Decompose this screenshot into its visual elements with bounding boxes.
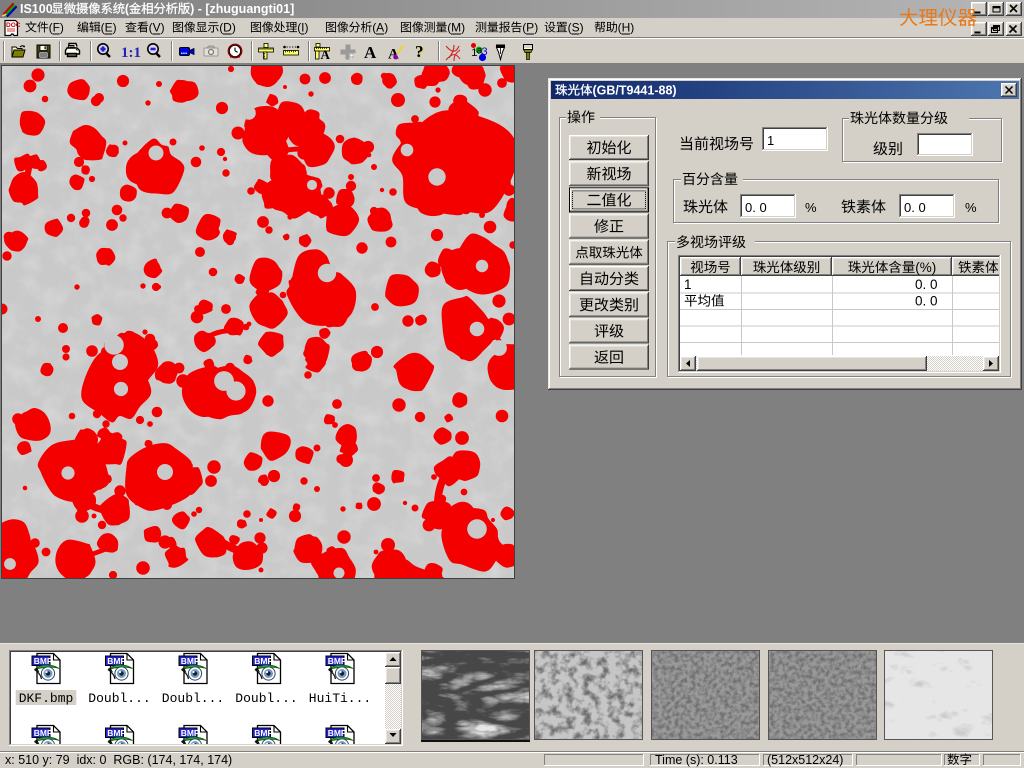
svg-text:DOC: DOC — [6, 22, 21, 29]
svg-text:IS100: IS100 — [20, 2, 53, 16]
svg-text:BMP: BMP — [107, 728, 126, 738]
svg-text:(P): (P) — [522, 21, 538, 35]
svg-text:(M): (M) — [447, 21, 465, 35]
svg-text:Doubl...: Doubl... — [162, 691, 224, 706]
svg-text:0. 0: 0. 0 — [745, 200, 767, 215]
svg-text:DKF.bmp: DKF.bmp — [19, 691, 74, 706]
svg-text:BMP: BMP — [181, 656, 200, 666]
svg-text:A: A — [321, 47, 331, 62]
svg-text:(I): (I) — [297, 21, 308, 35]
svg-text:0. 0: 0. 0 — [915, 294, 938, 309]
svg-text:BMP: BMP — [254, 656, 273, 666]
svg-text:(A): (A) — [372, 21, 388, 35]
svg-text:0. 0: 0. 0 — [904, 200, 926, 215]
svg-text:BMP: BMP — [254, 728, 273, 738]
svg-text:HuiTi...: HuiTi... — [309, 691, 371, 706]
svg-text:(V): (V) — [149, 21, 165, 35]
svg-text:(H): (H) — [618, 21, 635, 35]
svg-text:Time (s): 0.113: Time (s): 0.113 — [655, 753, 738, 767]
svg-text:BMP: BMP — [34, 656, 53, 666]
svg-text:?: ? — [415, 42, 424, 61]
svg-text:(%): (%) — [915, 260, 936, 275]
svg-text:Doubl...: Doubl... — [88, 691, 150, 706]
svg-text:(F): (F) — [49, 21, 64, 35]
svg-text:BMP: BMP — [328, 728, 347, 738]
svg-text:Doubl...: Doubl... — [235, 691, 297, 706]
svg-text:x: 510 y: 79 idx: 0 RGB: (17: x: 510 y: 79 idx: 0 RGB: (174, 174, 174) — [5, 753, 232, 767]
svg-text:(S): (S) — [568, 21, 584, 35]
svg-text:BMP: BMP — [328, 656, 347, 666]
svg-text:(E): (E) — [101, 21, 117, 35]
svg-text:1:1: 1:1 — [121, 45, 141, 61]
svg-text:1: 1 — [767, 133, 774, 148]
svg-text:%: % — [965, 200, 977, 215]
svg-text:) - [zhuguangti01]: ) - [zhuguangti01] — [190, 2, 294, 16]
svg-text:(GB/T9441-88): (GB/T9441-88) — [593, 84, 677, 98]
svg-text:(D): (D) — [219, 21, 236, 35]
svg-text:BMP: BMP — [107, 656, 126, 666]
svg-text:0. 0: 0. 0 — [915, 277, 938, 292]
svg-text:A: A — [364, 43, 377, 62]
svg-text:BMP: BMP — [181, 728, 200, 738]
svg-text:%: % — [805, 200, 817, 215]
svg-text:BMP: BMP — [34, 728, 53, 738]
svg-text:(512x512x24): (512x512x24) — [767, 753, 843, 767]
svg-text:1: 1 — [684, 277, 692, 292]
